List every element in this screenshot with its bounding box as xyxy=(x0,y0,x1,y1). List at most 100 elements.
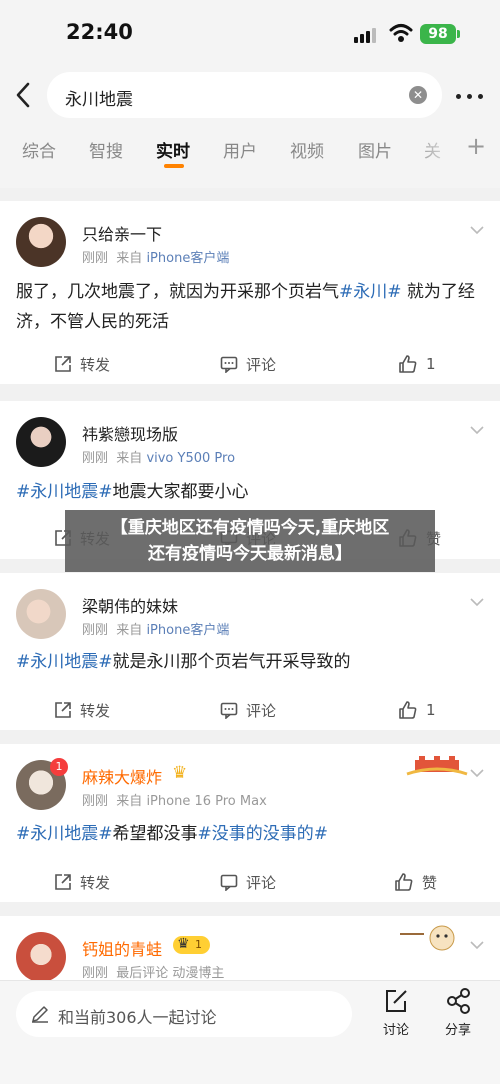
post-text: #永川地震#就是永川那个页岩气开采导致的 xyxy=(16,647,484,677)
post-text: #永川地震#希望都没事#没事的没事的# xyxy=(16,819,484,849)
discussion-placeholder: 和当前306人一起讨论 xyxy=(58,1008,217,1027)
tab-smart-search[interactable]: 智搜 xyxy=(89,137,123,162)
back-icon[interactable] xyxy=(12,80,36,110)
post-author[interactable]: 只给亲一下 xyxy=(82,221,162,245)
repost-button[interactable]: 转发 xyxy=(54,695,110,725)
avatar[interactable] xyxy=(16,417,66,467)
post-text-part: 地震大家都要小心 xyxy=(112,482,249,502)
active-tab-indicator xyxy=(164,164,184,168)
post-source[interactable]: iPhone客户端 xyxy=(146,251,229,266)
hashtag-link[interactable]: #永川# xyxy=(339,282,402,302)
hashtag-link[interactable]: #永川地震# xyxy=(16,824,113,844)
repost-icon xyxy=(55,874,71,890)
discuss-button[interactable]: 讨论 xyxy=(376,987,416,1038)
post-card[interactable]: 梁朝伟的妹妹 刚刚 来自 iPhone客户端 #永川地震#就是永川那个页岩气开采… xyxy=(0,573,500,730)
tab-images[interactable]: 图片 xyxy=(358,137,392,162)
comment-button[interactable]: 评论 xyxy=(220,867,276,897)
tab-users[interactable]: 用户 xyxy=(223,137,257,162)
tab-fade xyxy=(408,124,460,188)
decoration-banner-icon xyxy=(406,756,468,776)
avatar[interactable] xyxy=(16,589,66,639)
comment-label: 评论 xyxy=(246,355,277,374)
post-time: 刚刚 xyxy=(82,966,109,981)
post-author[interactable]: 钙姐的青蛙 xyxy=(82,936,162,960)
search-input[interactable]: 永川地震 ✕ xyxy=(47,72,442,118)
like-button[interactable]: 1 xyxy=(398,695,436,725)
chevron-down-icon[interactable] xyxy=(470,766,484,780)
post-card[interactable]: 钙姐的青蛙 ♛ 1 刚刚 最后评论 动漫博主 xyxy=(0,916,500,986)
comment-button[interactable]: 评论 xyxy=(220,695,276,725)
post-source[interactable]: vivo Y500 Pro xyxy=(146,451,235,466)
search-query: 永川地震 xyxy=(65,90,133,110)
signal-icon xyxy=(354,27,380,43)
chevron-down-icon[interactable] xyxy=(470,423,484,437)
post-text-part: 就是永川那个页岩气开采导致的 xyxy=(112,652,351,672)
post-source[interactable]: iPhone客户端 xyxy=(146,623,229,638)
post-author[interactable]: 祎紫戀现场版 xyxy=(82,421,178,445)
chevron-down-icon[interactable] xyxy=(470,223,484,237)
hashtag-link[interactable]: #永川地震# xyxy=(16,482,113,502)
avatar[interactable] xyxy=(16,932,66,982)
badge-count: 1 xyxy=(55,760,63,773)
like-button[interactable]: 赞 xyxy=(394,867,437,897)
post-time: 刚刚 xyxy=(82,451,109,466)
like-count: 1 xyxy=(426,701,436,719)
post-text-part: 希望都没事 xyxy=(112,824,198,844)
headline-line-2: 还有疫情吗今天最新消息】 xyxy=(148,544,352,564)
hashtag-link[interactable]: #永川地震# xyxy=(16,652,113,672)
post-card[interactable]: 1 麻辣大爆炸 ♛ 刚刚 来自 iPhone 16 Pro Max #永川地震#… xyxy=(0,744,500,902)
post-actions: 转发 评论 赞 xyxy=(0,867,500,897)
bottom-bar: 和当前306人一起讨论 讨论 分享 xyxy=(0,980,500,1084)
post-time: 刚刚 xyxy=(82,251,109,266)
hashtag-link[interactable]: #没事的没事的# xyxy=(198,824,329,844)
more-icon[interactable] xyxy=(456,94,484,100)
comment-label: 评论 xyxy=(246,701,277,720)
share-icon xyxy=(447,988,470,1014)
sticker-icon xyxy=(400,925,455,951)
add-tab-icon[interactable]: + xyxy=(466,132,486,160)
post-from: 来自 xyxy=(116,251,143,266)
post-card[interactable]: 只给亲一下 刚刚 来自 iPhone客户端 服了，几次地震了，就因为开采那个页岩… xyxy=(0,201,500,384)
repost-label: 转发 xyxy=(80,873,111,892)
post-from: 来自 xyxy=(116,451,143,466)
tab-comprehensive[interactable]: 综合 xyxy=(22,137,56,162)
repost-button[interactable]: 转发 xyxy=(54,349,110,379)
post-source[interactable]: iPhone 16 Pro Max xyxy=(146,794,266,809)
level-badge: ♛ 1 xyxy=(173,936,210,954)
tab-realtime[interactable]: 实时 xyxy=(156,137,190,162)
status-time: 22:40 xyxy=(66,20,133,44)
thumbs-up-icon xyxy=(395,873,413,891)
discussion-input[interactable]: 和当前306人一起讨论 xyxy=(16,991,352,1037)
post-author[interactable]: 梁朝伟的妹妹 xyxy=(82,593,178,617)
share-button[interactable]: 分享 xyxy=(438,987,478,1038)
tab-videos[interactable]: 视频 xyxy=(290,137,324,162)
comment-icon xyxy=(220,356,238,373)
crown-icon: ♛ xyxy=(172,763,188,783)
repost-button[interactable]: 转发 xyxy=(54,867,110,897)
post-meta: 刚刚 来自 iPhone客户端 xyxy=(82,247,229,266)
repost-label: 转发 xyxy=(80,355,111,374)
post-author[interactable]: 麻辣大爆炸 xyxy=(82,764,162,788)
search-header: 永川地震 ✕ xyxy=(0,68,500,124)
repost-icon xyxy=(55,356,71,372)
comment-icon xyxy=(220,702,238,719)
post-meta-extra: 最后评论 动漫博主 xyxy=(116,966,225,981)
wifi-icon xyxy=(389,24,413,42)
post-meta: 刚刚 来自 iPhone客户端 xyxy=(82,619,229,638)
battery-icon: 98 xyxy=(420,24,456,44)
post-text: 服了，几次地震了，就因为开采那个页岩气#永川# 就为了经济，不管人民的死活 xyxy=(16,277,484,337)
avatar[interactable] xyxy=(16,217,66,267)
repost-icon xyxy=(55,702,71,718)
post-text: #永川地震#地震大家都要小心 xyxy=(16,477,484,507)
like-button[interactable]: 1 xyxy=(398,349,436,379)
chevron-down-icon[interactable] xyxy=(470,938,484,952)
comment-button[interactable]: 评论 xyxy=(220,349,276,379)
post-from: 来自 xyxy=(116,794,143,809)
post-meta: 刚刚 来自 iPhone 16 Pro Max xyxy=(82,790,267,809)
post-actions: 转发 评论 1 xyxy=(0,695,500,725)
clear-icon[interactable]: ✕ xyxy=(409,86,427,104)
chevron-down-icon[interactable] xyxy=(470,595,484,609)
notification-badge: 1 xyxy=(50,758,68,776)
comment-icon xyxy=(220,874,238,891)
post-actions: 转发 评论 1 xyxy=(0,349,500,379)
